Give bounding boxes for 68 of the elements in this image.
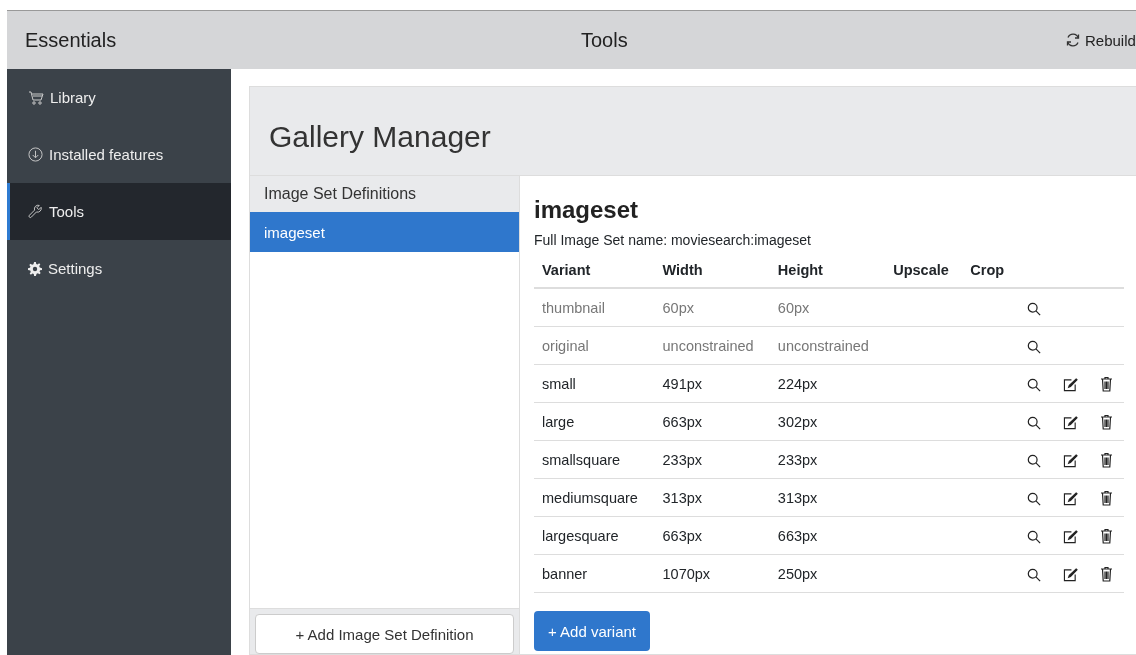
table-cell: 250px [769, 554, 886, 593]
search-icon[interactable] [1027, 529, 1041, 544]
table-cell: 313px [769, 478, 886, 517]
column-header: Variant [534, 262, 655, 288]
search-icon[interactable] [1027, 567, 1041, 582]
settings-icon [28, 261, 42, 276]
search-icon[interactable] [1027, 491, 1041, 506]
column-header: Height [769, 262, 886, 288]
brand-title: Essentials [25, 28, 117, 52]
table-cell: 233px [769, 440, 886, 479]
detail-title: imageset [534, 196, 640, 224]
sidebar-item[interactable]: Library [7, 69, 231, 126]
rebuild-button[interactable]: Rebuild [1065, 31, 1136, 49]
table-cell: banner [534, 554, 655, 593]
search-icon[interactable] [1027, 377, 1041, 392]
table-cell: 60px [769, 288, 886, 327]
edit-icon[interactable] [1062, 491, 1078, 506]
search-icon[interactable] [1027, 339, 1041, 354]
trash-icon[interactable] [1099, 566, 1113, 583]
table-cell: 663px [654, 402, 770, 441]
table-cell: large [534, 402, 655, 441]
column-header: Crop [962, 262, 1016, 288]
trash-icon[interactable] [1099, 452, 1113, 469]
table-cell: 1070px [654, 554, 770, 593]
column-header: Upscale [885, 262, 963, 288]
trash-icon[interactable] [1099, 528, 1113, 545]
add-variant-button[interactable]: + Add variant [534, 611, 650, 651]
table-cell: 663px [769, 516, 886, 555]
table-cell: 224px [769, 364, 886, 403]
table-cell: 313px [654, 478, 770, 517]
table-cell: largesquare [534, 516, 655, 555]
wrench-icon [28, 204, 43, 219]
page-header-title: Tools [581, 28, 628, 52]
download-circle-icon [28, 147, 43, 162]
sidebar-item[interactable]: Settings [7, 240, 231, 297]
table-cell: 233px [654, 440, 770, 479]
table-cell: 491px [654, 364, 770, 403]
table-cell: 302px [769, 402, 886, 441]
table-cell: 663px [654, 516, 770, 555]
edit-icon[interactable] [1062, 377, 1078, 392]
page-title: Gallery Manager [269, 120, 491, 154]
search-icon[interactable] [1027, 415, 1041, 430]
refresh-icon [1065, 32, 1081, 48]
trash-icon[interactable] [1099, 414, 1113, 431]
trash-icon[interactable] [1099, 376, 1113, 393]
sidebar-item[interactable]: Tools [7, 183, 231, 240]
column-header: Width [654, 262, 770, 288]
edit-icon[interactable] [1062, 415, 1078, 430]
edit-icon[interactable] [1062, 529, 1078, 544]
table-cell: thumbnail [534, 288, 655, 327]
table-cell: smallsquare [534, 440, 655, 479]
definition-item[interactable]: imageset [250, 212, 519, 252]
cart-icon [28, 90, 44, 105]
full-name-text: Full Image Set name: moviesearch:imageset [534, 232, 812, 248]
search-icon[interactable] [1027, 301, 1041, 316]
search-icon[interactable] [1027, 453, 1041, 468]
table-cell: unconstrained [769, 326, 886, 365]
table-cell: small [534, 364, 655, 403]
edit-icon[interactable] [1062, 567, 1078, 582]
trash-icon[interactable] [1099, 490, 1113, 507]
table-cell: 60px [654, 288, 770, 327]
table-cell: original [534, 326, 655, 365]
sidebar-item[interactable]: Installed features [7, 126, 231, 183]
add-definition-button[interactable]: + Add Image Set Definition [255, 614, 514, 654]
table-cell: mediumsquare [534, 478, 655, 517]
edit-icon[interactable] [1062, 453, 1078, 468]
table-cell: unconstrained [654, 326, 770, 365]
list-heading: Image Set Definitions [250, 176, 519, 212]
